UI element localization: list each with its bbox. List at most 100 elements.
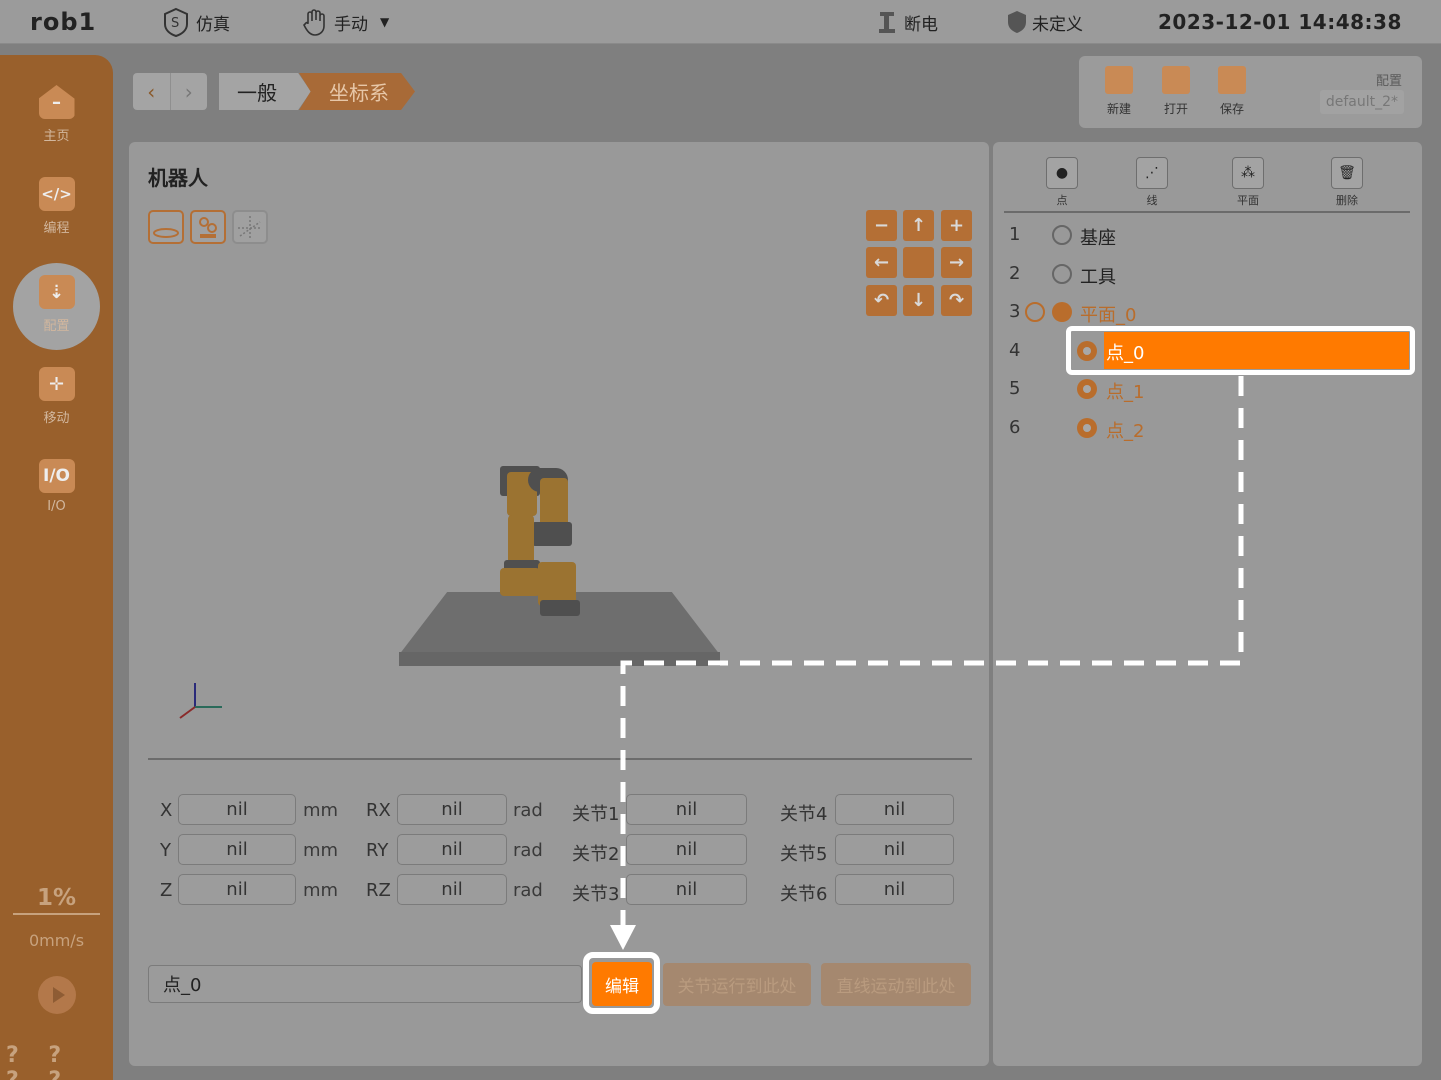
sidebar-item-label: I/O xyxy=(47,499,66,514)
rz-label: RZ xyxy=(366,880,391,901)
sidebar-item-io[interactable]: I/O I/O xyxy=(0,459,113,539)
sidebar-item-label: 移动 xyxy=(43,411,70,426)
collapse-icon[interactable] xyxy=(1025,302,1045,322)
arrow-left-icon[interactable]: ← xyxy=(866,247,897,278)
edit-button[interactable]: 编辑 xyxy=(592,962,652,1006)
point-label: 点 xyxy=(1056,194,1068,207)
tree-item-point-0[interactable]: 点_0 xyxy=(1106,339,1144,365)
row-number: 2 xyxy=(1009,263,1021,284)
home-icon: – xyxy=(38,85,75,119)
config-name-field[interactable]: default_2* xyxy=(1319,90,1404,114)
new-label: 新建 xyxy=(1106,102,1131,116)
joint4-field[interactable]: nil xyxy=(835,794,954,825)
view-robot-button[interactable] xyxy=(190,210,226,244)
z-label: Z xyxy=(160,880,173,901)
trash-icon: 🗑 xyxy=(1331,157,1363,189)
tree-item-plane-0[interactable]: 平面_0 xyxy=(1080,301,1136,327)
joint3-field[interactable]: nil xyxy=(626,874,747,905)
rotate-left-icon[interactable]: ↶ xyxy=(866,285,897,316)
robot-view-icon xyxy=(199,217,217,238)
x-field[interactable]: nil xyxy=(178,794,296,825)
tree-toolbar-divider xyxy=(1004,211,1410,213)
y-field[interactable]: nil xyxy=(178,834,296,865)
safety-status[interactable]: 未定义 xyxy=(1006,0,1083,44)
line-label: 线 xyxy=(1146,194,1158,207)
point-icon: ● xyxy=(1046,157,1078,189)
sidebar-item-programming[interactable]: </> 编程 xyxy=(0,177,113,257)
speed-percentage[interactable]: 1% xyxy=(0,885,113,911)
selected-row[interactable] xyxy=(1104,332,1409,369)
back-arrow-icon[interactable]: ‹ xyxy=(133,73,170,110)
mode-dropdown[interactable]: 手动 ▼ xyxy=(300,0,389,44)
tree-item-base[interactable]: 基座 xyxy=(1080,224,1116,250)
mode-label: 手动 xyxy=(334,14,368,35)
joint2-field[interactable]: nil xyxy=(626,834,747,865)
sidebar-item-config[interactable]: ⇣ 配置 xyxy=(0,275,113,355)
sidebar: – 主页 </> 编程 ⇣ 配置 ✛ 移动 I/O I/O 1% 0mm/s ?… xyxy=(0,55,113,1080)
sidebar-item-label: 配置 xyxy=(43,319,70,334)
sidebar-item-home[interactable]: – 主页 xyxy=(0,85,113,165)
zoom-in-icon[interactable]: + xyxy=(941,210,972,241)
scene-floor-edge xyxy=(399,652,720,666)
rotate-right-icon[interactable]: ↷ xyxy=(941,285,972,316)
z-field[interactable]: nil xyxy=(178,874,296,905)
power-status[interactable]: 断电 xyxy=(876,0,938,44)
tree-item-point-2[interactable]: 点_2 xyxy=(1106,417,1144,443)
new-button[interactable]: 新建 xyxy=(1099,66,1139,117)
ry-field[interactable]: nil xyxy=(397,834,507,865)
datetime-display: 2023-12-01 14:48:38 xyxy=(1158,10,1402,34)
history-nav: ‹ › xyxy=(133,73,207,110)
play-button[interactable] xyxy=(38,976,76,1014)
open-button[interactable]: 打开 xyxy=(1156,66,1196,117)
code-icon: </> xyxy=(38,177,75,211)
rx-label: RX xyxy=(366,800,391,821)
config-icon: ⇣ xyxy=(38,275,75,309)
view-center-button[interactable] xyxy=(903,247,934,278)
row-number: 3 xyxy=(1009,301,1021,322)
save-button[interactable]: 保存 xyxy=(1212,66,1252,117)
safety-label: 未定义 xyxy=(1032,14,1083,35)
save-icon xyxy=(1218,66,1246,94)
x-label: X xyxy=(160,800,173,821)
new-file-icon xyxy=(1105,66,1133,94)
joint6-field[interactable]: nil xyxy=(835,874,954,905)
add-line-button[interactable]: ⋰ 线 xyxy=(1127,157,1177,208)
breadcrumb-general[interactable]: 一般 xyxy=(219,73,311,110)
sidebar-item-move[interactable]: ✛ 移动 xyxy=(0,367,113,447)
ry-label: RY xyxy=(366,840,389,861)
tree-item-point-1[interactable]: 点_1 xyxy=(1106,378,1144,404)
zoom-out-icon[interactable]: − xyxy=(866,210,897,241)
point-name-input[interactable]: 点_0 xyxy=(148,965,582,1003)
add-point-button[interactable]: ● 点 xyxy=(1037,157,1087,208)
file-toolbar: 新建 打开 保存 配置 default_2* xyxy=(1079,56,1422,128)
y-label: Y xyxy=(160,840,171,861)
view-base-button[interactable] xyxy=(148,210,184,244)
joint1-label: 关节1 xyxy=(572,804,620,825)
rz-unit: rad xyxy=(513,880,543,901)
speed-divider xyxy=(13,913,100,915)
joint5-field[interactable]: nil xyxy=(835,834,954,865)
row-number: 1 xyxy=(1009,224,1021,245)
top-bar: rob1 S 仿真 手动 ▼ 断电 未定义 2023-12-01 14:48:3… xyxy=(0,0,1441,44)
view-frames-button[interactable] xyxy=(232,210,268,244)
rx-field[interactable]: nil xyxy=(397,794,507,825)
simulation-indicator[interactable]: S 仿真 xyxy=(160,0,230,44)
add-plane-button[interactable]: ⁂ 平面 xyxy=(1223,157,1273,208)
point-node-icon xyxy=(1077,418,1097,438)
tree-item-tool[interactable]: 工具 xyxy=(1080,263,1116,289)
panel-divider xyxy=(148,758,972,760)
forward-arrow-icon[interactable]: › xyxy=(169,73,208,110)
point-node-icon xyxy=(1077,379,1097,399)
linear-move-here-button[interactable]: 直线运动到此处 xyxy=(821,963,971,1006)
joint1-field[interactable]: nil xyxy=(626,794,747,825)
arrow-down-icon[interactable]: ↓ xyxy=(903,285,934,316)
point-node-icon xyxy=(1077,341,1097,361)
delete-button[interactable]: 🗑 删除 xyxy=(1322,157,1372,208)
rz-field[interactable]: nil xyxy=(397,874,507,905)
ry-unit: rad xyxy=(513,840,543,861)
chevron-down-icon: ▼ xyxy=(380,15,390,29)
joint-move-here-button[interactable]: 关节运行到此处 xyxy=(663,963,811,1006)
breadcrumb-coordinate-system[interactable]: 坐标系 xyxy=(299,73,415,110)
arrow-right-icon[interactable]: → xyxy=(941,247,972,278)
arrow-up-icon[interactable]: ↑ xyxy=(903,210,934,241)
